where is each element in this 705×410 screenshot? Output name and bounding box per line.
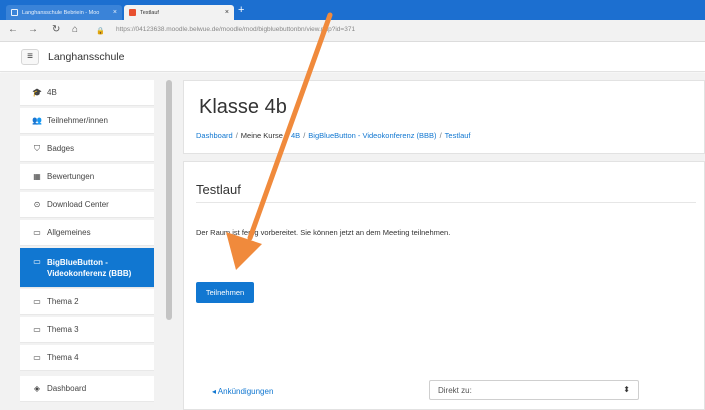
- home-icon[interactable]: ⌂: [72, 24, 78, 36]
- reload-icon[interactable]: ↻: [52, 24, 60, 36]
- folder-icon: ▭: [33, 297, 41, 306]
- url-scheme-domain: https://04123638.moodle.belwue.de: [116, 26, 219, 33]
- drawer-item-participants[interactable]: 👥 Teilnehmer/innen: [20, 108, 154, 134]
- breadcrumb-course[interactable]: 4B: [291, 131, 300, 140]
- activity-title: Testlauf: [196, 182, 241, 197]
- drawer-item-thema-4[interactable]: ▭ Thema 4: [20, 345, 154, 371]
- folder-icon: ▭: [33, 353, 41, 362]
- moodle-icon: [129, 9, 136, 16]
- drawer-item-grades[interactable]: ▦ Bewertungen: [20, 164, 154, 190]
- drawer-item-label: Allgemeines: [47, 228, 91, 237]
- url-path: /moodle/mod/bigbluebuttonbn/view.php?id=…: [219, 26, 356, 33]
- new-tab-button[interactable]: +: [238, 5, 244, 16]
- hamburger-icon: ≡: [27, 51, 33, 62]
- drawer-item-label: Thema 3: [47, 325, 79, 334]
- drawer-item-thema-2[interactable]: ▭ Thema 2: [20, 289, 154, 315]
- table-icon: ▦: [33, 172, 41, 181]
- drawer-item-bigbluebutton[interactable]: ▭ BigBlueButton - Videokonferenz (BBB): [20, 248, 154, 288]
- drawer-item-course[interactable]: 🎓 4B: [20, 80, 154, 106]
- close-icon[interactable]: ×: [225, 9, 229, 16]
- tab-title: Langhansschule Bebriein - Moo: [22, 9, 100, 16]
- breadcrumb-separator: /: [235, 131, 238, 140]
- breadcrumb-dashboard[interactable]: Dashboard: [196, 131, 233, 140]
- drawer-item-thema-3[interactable]: ▭ Thema 3: [20, 317, 154, 343]
- breadcrumb-separator: /: [439, 131, 442, 140]
- browser-tab-langhansschule[interactable]: Langhansschule Bebriein - Moo ×: [6, 5, 122, 20]
- folder-icon: ▭: [33, 257, 41, 266]
- drawer-item-badges[interactable]: ⛉ Badges: [20, 136, 154, 162]
- room-status-text: Der Raum ist fertig vorbereitet. Sie kön…: [196, 228, 451, 237]
- breadcrumb-my-courses[interactable]: Meine Kurse: [241, 131, 283, 140]
- breadcrumb: Dashboard / Meine Kurse/4B / BigBlueButton -…: [196, 131, 471, 140]
- select-arrows-icon: ⬍: [623, 385, 630, 394]
- tab-title: Testlauf: [140, 9, 159, 16]
- menu-toggle-button[interactable]: ≡: [21, 49, 39, 65]
- previous-activity-link[interactable]: ◂ Ankündigungen: [212, 387, 273, 396]
- close-icon[interactable]: ×: [113, 9, 117, 16]
- drawer-item-label: 4B: [47, 88, 57, 97]
- nav-drawer: 🎓 4B 👥 Teilnehmer/innen ⛉ Badges ▦ Bewer…: [20, 80, 154, 410]
- join-meeting-button[interactable]: Teilnehmen: [196, 282, 254, 303]
- users-icon: 👥: [32, 116, 42, 125]
- drawer-item-label: Badges: [47, 144, 75, 153]
- jump-to-select[interactable]: Direkt zu: ⬍: [429, 380, 639, 400]
- breadcrumb-section[interactable]: BigBlueButton - Videokonferenz (BBB): [308, 131, 436, 140]
- main-content: Testlauf Der Raum ist fertig vorbereitet…: [183, 161, 705, 410]
- breadcrumb-activity[interactable]: Testlauf: [445, 131, 471, 140]
- page-header: Klasse 4b Dashboard / Meine Kurse/4B / BigBl…: [183, 80, 705, 154]
- divider: [196, 202, 696, 203]
- browser-tab-bar: Langhansschule Bebriein - Moo × Testlauf…: [0, 0, 705, 20]
- download-icon: ⊙: [33, 200, 41, 209]
- drawer-item-label: Thema 2: [47, 297, 79, 306]
- lock-icon: 🔒: [96, 28, 105, 35]
- site-name[interactable]: Langhansschule: [48, 51, 124, 63]
- drawer-item-dashboard[interactable]: ◈ Dashboard: [20, 376, 154, 402]
- forward-icon[interactable]: →: [28, 24, 38, 36]
- drawer-item-label: Download Center: [47, 200, 109, 209]
- folder-icon: ▭: [33, 325, 41, 334]
- drawer-item-label: BigBlueButton - Videokonferenz (BBB): [47, 258, 132, 278]
- breadcrumb-separator: /: [285, 131, 288, 140]
- url-field[interactable]: https://04123638.moodle.belwue.de/moodle…: [116, 26, 355, 33]
- jump-to-selected-value: Direkt zu:: [438, 386, 472, 395]
- folder-icon: ▭: [33, 228, 41, 237]
- drawer-item-label: Thema 4: [47, 353, 79, 362]
- page-title: Klasse 4b: [199, 96, 287, 118]
- back-icon[interactable]: ←: [8, 24, 18, 36]
- address-bar: ← → ↻ ⌂ 🔒 https://04123638.moodle.belwue…: [0, 20, 705, 42]
- drawer-item-download-center[interactable]: ⊙ Download Center: [20, 192, 154, 218]
- drawer-item-label: Dashboard: [47, 384, 87, 393]
- drawer-item-general[interactable]: ▭ Allgemeines: [20, 220, 154, 246]
- dashboard-icon: ◈: [33, 384, 41, 393]
- drawer-scrollbar[interactable]: [166, 80, 172, 320]
- breadcrumb-separator: /: [303, 131, 306, 140]
- shield-icon: ⛉: [34, 143, 40, 153]
- site-navbar: ≡ Langhansschule: [0, 42, 705, 72]
- drawer-item-label: Bewertungen: [47, 172, 95, 181]
- browser-tab-testlauf[interactable]: Testlauf ×: [124, 5, 234, 20]
- drawer-item-label: Teilnehmer/innen: [47, 116, 108, 125]
- page-icon: [11, 9, 18, 16]
- graduation-cap-icon: 🎓: [32, 88, 42, 97]
